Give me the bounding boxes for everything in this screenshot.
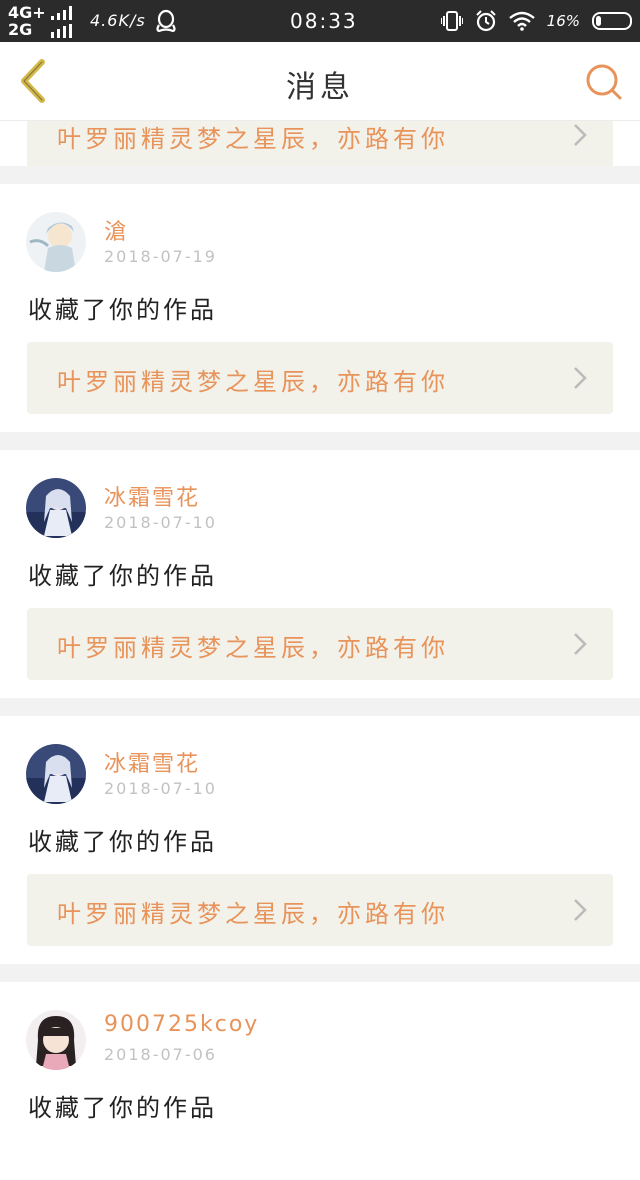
network-speed: 4.6K/s [90,11,146,30]
message-list: 叶罗丽精灵梦之星辰，亦路有你 滄 2018-07-19 收藏了你的作品 叶罗丽精… [0,121,640,1180]
battery-percent: 16% [546,12,580,30]
message-date: 2018-07-19 [104,247,217,266]
message-card: 冰霜雪花 2018-07-10 收藏了你的作品 叶罗丽精灵梦之星辰，亦路有你 [0,450,640,698]
vibrate-icon [440,11,463,31]
page-title: 消息 [286,70,354,105]
message-date: 2018-07-06 [104,1045,217,1064]
action-text: 收藏了你的作品 [28,828,217,856]
work-title: 叶罗丽精灵梦之星辰，亦路有你 [57,900,449,928]
chevron-right-icon [574,899,587,921]
qq-icon [156,9,176,33]
work-title: 叶罗丽精灵梦之星辰，亦路有你 [57,125,449,153]
divider [0,698,640,716]
message-card: 冰霜雪花 2018-07-10 收藏了你的作品 叶罗丽精灵梦之星辰，亦路有你 [0,716,640,964]
avatar[interactable] [26,478,86,538]
avatar[interactable] [26,744,86,804]
user-name[interactable]: 冰霜雪花 [104,746,200,778]
signal-bars-icon [51,24,72,38]
action-text: 收藏了你的作品 [28,562,217,590]
user-name[interactable]: 冰霜雪花 [104,480,200,512]
user-name[interactable]: 900725kcoy [104,1012,259,1037]
alarm-icon [475,10,496,32]
message-date: 2018-07-10 [104,779,217,798]
chevron-right-icon [574,367,587,389]
work-title: 叶罗丽精灵梦之星辰，亦路有你 [57,368,449,396]
divider [0,166,640,184]
chevron-right-icon [574,124,587,146]
search-icon[interactable] [584,62,624,102]
status-bar: 4G+ 2G 4.6K/s 08:33 16% » [0,0,640,42]
work-link[interactable]: 叶罗丽精灵梦之星辰，亦路有你 [27,608,613,680]
work-title: 叶罗丽精灵梦之星辰，亦路有你 [57,634,449,662]
battery-icon: » [592,11,632,30]
user-row: 冰霜雪花 2018-07-10 [0,450,640,550]
network-type-bottom: 2G [8,20,33,39]
message-card: 叶罗丽精灵梦之星辰，亦路有你 [0,121,640,166]
avatar[interactable] [26,212,86,272]
charging-glyph: » [606,11,614,25]
user-row: 冰霜雪花 2018-07-10 [0,716,640,816]
user-row: 900725kcoy 2018-07-06 [0,982,640,1082]
work-link[interactable]: 叶罗丽精灵梦之星辰，亦路有你 [27,874,613,946]
chevron-right-icon [574,633,587,655]
wifi-icon [508,11,535,31]
user-row: 滄 2018-07-19 [0,184,640,284]
message-card: 滄 2018-07-19 收藏了你的作品 叶罗丽精灵梦之星辰，亦路有你 [0,184,640,432]
clock: 08:33 [290,9,358,33]
network-type-top: 4G+ [8,3,46,22]
divider [0,432,640,450]
action-text: 收藏了你的作品 [28,1094,217,1122]
network-type: 4G+ 2G [8,4,46,38]
signal-bars-icon [51,6,72,20]
action-text: 收藏了你的作品 [28,296,217,324]
divider [0,964,640,982]
work-link[interactable]: 叶罗丽精灵梦之星辰，亦路有你 [27,121,613,166]
work-link[interactable]: 叶罗丽精灵梦之星辰，亦路有你 [27,342,613,414]
message-card: 900725kcoy 2018-07-06 收藏了你的作品 [0,982,640,1180]
message-date: 2018-07-10 [104,513,217,532]
nav-bar: 消息 [0,42,640,121]
battery-level [596,16,601,26]
avatar[interactable] [26,1010,86,1070]
user-name[interactable]: 滄 [104,214,128,246]
